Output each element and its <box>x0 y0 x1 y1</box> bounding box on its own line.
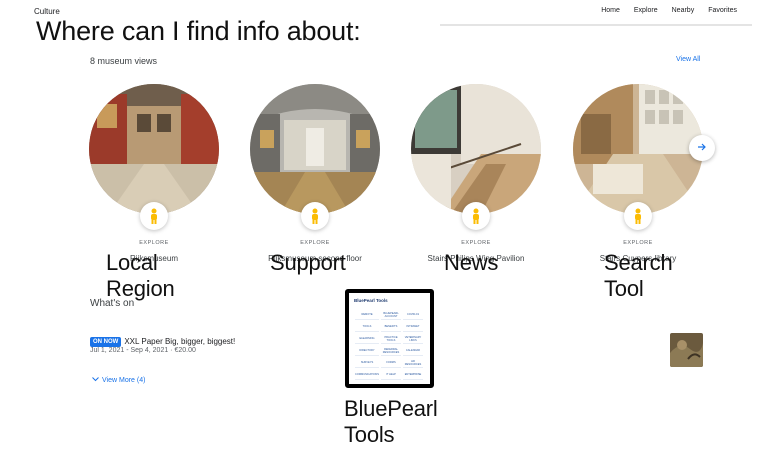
view-all-link[interactable]: View All <box>676 56 700 63</box>
tool-tile[interactable]: DIRECTORY <box>355 347 380 356</box>
tool-tile[interactable]: REMOTE <box>355 311 380 320</box>
event-meta: Jul 1, 2021 - Sep 4, 2021 · €20.00 <box>90 347 196 354</box>
tool-tile[interactable]: VETERINARY LINKS <box>403 335 423 344</box>
tool-tile[interactable]: FORMS <box>381 359 401 368</box>
carousel-next-button[interactable] <box>689 135 715 161</box>
nav-favorites[interactable]: Favorites <box>708 7 737 14</box>
nav-explore[interactable]: Explore <box>634 7 658 14</box>
nav-home[interactable]: Home <box>601 7 620 14</box>
explore-label: EXPLORE <box>461 240 491 246</box>
tool-tile[interactable]: COMMUNICATIONS <box>355 371 380 380</box>
explore-label: EXPLORE <box>139 240 169 246</box>
tool-tile[interactable]: INTRANET <box>403 323 423 332</box>
status-badge: ON NOW <box>90 336 122 347</box>
arrow-right-icon <box>697 139 707 157</box>
pegman-icon[interactable] <box>624 202 652 230</box>
tool-tile[interactable]: HR RESOURCES <box>403 359 423 368</box>
overlay-question: Where can I find info about: <box>36 16 361 46</box>
view-more-label: View More (4) <box>102 377 146 384</box>
museum-view-image[interactable] <box>89 84 219 214</box>
overlay-label-local-region: Local Region <box>106 250 175 301</box>
overlay-label-support: Support <box>270 250 346 275</box>
museum-view-card[interactable]: EXPLORE Stairs Cuypers library <box>573 84 703 264</box>
event-title[interactable]: XXL Paper Big, bigger, biggest! <box>124 337 235 346</box>
bluepearl-tools-thumbnail[interactable]: BluePearl Tools REMOTE BLUEPEARL ACCOUNT… <box>345 289 434 388</box>
top-nav: Home Explore Nearby Favorites <box>601 7 737 14</box>
museum-view-image[interactable] <box>573 84 703 214</box>
tool-tile[interactable]: BENEFITS <box>381 323 401 332</box>
tool-tile[interactable]: REFERRAL RESOURCES <box>381 347 401 356</box>
chevron-down-icon <box>92 377 99 384</box>
tool-tile[interactable]: BLUEPEARL ACCOUNT <box>381 311 401 320</box>
nav-nearby[interactable]: Nearby <box>672 7 695 14</box>
pegman-icon[interactable] <box>140 202 168 230</box>
site-brand[interactable]: Culture <box>34 7 60 16</box>
pegman-icon[interactable] <box>462 202 490 230</box>
tool-tile[interactable]: CALENDAR <box>403 347 423 356</box>
museum-views-count: 8 museum views <box>90 56 158 66</box>
bluepearl-tools-grid: REMOTE BLUEPEARL ACCOUNT COVID-19 TOOLS … <box>355 311 423 380</box>
tool-tile[interactable]: ELEARNING <box>355 335 380 344</box>
overlay-label-news: News <box>444 250 499 275</box>
tool-tile[interactable]: SURVEYS <box>355 359 380 368</box>
explore-label: EXPLORE <box>300 240 330 246</box>
bluepearl-panel-heading: BluePearl Tools <box>354 298 388 303</box>
museum-view-card[interactable]: EXPLORE Rijksmuseum second floor <box>250 84 380 264</box>
tool-tile[interactable]: IT HELP <box>381 371 401 380</box>
overlay-label-bluepearl-tools: BluePearl Tools <box>344 396 438 447</box>
museum-view-card[interactable]: EXPLORE Stairs Philips Wing Pavilion <box>411 84 541 264</box>
tool-tile[interactable]: PRACTICE TOOLS <box>381 335 401 344</box>
museum-view-image[interactable] <box>250 84 380 214</box>
event-thumbnail[interactable] <box>670 333 703 367</box>
overlay-label-search-tool: Search Tool <box>604 250 673 301</box>
tool-tile[interactable]: COVID-19 <box>403 311 423 320</box>
view-more-button[interactable]: View More (4) <box>92 377 145 384</box>
explore-label: EXPLORE <box>623 240 653 246</box>
museum-view-image[interactable] <box>411 84 541 214</box>
tool-tile[interactable]: ENTERPRISE <box>403 371 423 380</box>
pegman-icon[interactable] <box>301 202 329 230</box>
header-divider <box>440 24 752 26</box>
museum-view-card[interactable]: EXPLORE Rijksmuseum <box>89 84 219 264</box>
tool-tile[interactable]: TOOLS <box>355 323 380 332</box>
